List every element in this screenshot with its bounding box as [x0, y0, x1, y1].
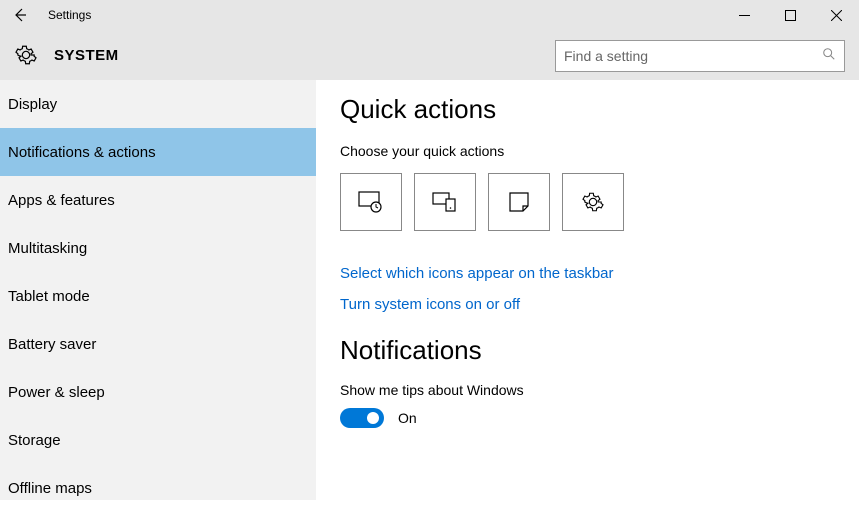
quick-action-settings[interactable]: [562, 173, 624, 231]
sidebar-item-apps[interactable]: Apps & features: [0, 176, 316, 224]
tips-toggle[interactable]: [340, 408, 384, 428]
taskbar-icons-link[interactable]: Select which icons appear on the taskbar: [340, 265, 835, 282]
main-content: Quick actions Choose your quick actions …: [316, 80, 859, 500]
maximize-icon: [785, 10, 796, 21]
sidebar: Display Notifications & actions Apps & f…: [0, 80, 316, 500]
quick-actions-row: [340, 173, 835, 231]
sidebar-item-storage[interactable]: Storage: [0, 416, 316, 464]
system-icons-link[interactable]: Turn system icons on or off: [340, 296, 835, 313]
sidebar-item-tablet[interactable]: Tablet mode: [0, 272, 316, 320]
header-title: SYSTEM: [54, 47, 119, 64]
quick-actions-subtitle: Choose your quick actions: [340, 143, 835, 159]
toggle-knob: [367, 412, 379, 424]
gear-icon: [12, 41, 40, 69]
connect-icon: [432, 191, 458, 213]
close-button[interactable]: [813, 0, 859, 30]
notifications-heading: Notifications: [340, 335, 835, 366]
minimize-button[interactable]: [721, 0, 767, 30]
close-icon: [831, 10, 842, 21]
header: SYSTEM: [0, 30, 859, 80]
arrow-left-icon: [12, 7, 28, 23]
titlebar: Settings: [0, 0, 859, 30]
tips-toggle-label: Show me tips about Windows: [340, 382, 835, 398]
sidebar-item-multitasking[interactable]: Multitasking: [0, 224, 316, 272]
sidebar-item-offline-maps[interactable]: Offline maps: [0, 464, 316, 512]
search-box[interactable]: [555, 40, 845, 72]
minimize-icon: [739, 10, 750, 21]
quick-action-note[interactable]: [488, 173, 550, 231]
sidebar-item-notifications[interactable]: Notifications & actions: [0, 128, 316, 176]
note-icon: [508, 191, 530, 213]
tips-toggle-state: On: [398, 410, 417, 426]
maximize-button[interactable]: [767, 0, 813, 30]
sidebar-item-power[interactable]: Power & sleep: [0, 368, 316, 416]
search-input[interactable]: [564, 48, 822, 64]
quick-actions-heading: Quick actions: [340, 94, 835, 125]
sidebar-item-battery[interactable]: Battery saver: [0, 320, 316, 368]
gear-icon: [582, 191, 604, 213]
window-title: Settings: [48, 8, 91, 22]
search-icon: [822, 47, 836, 66]
sidebar-item-display[interactable]: Display: [0, 80, 316, 128]
tablet-mode-icon: [358, 191, 384, 213]
quick-action-tablet-mode[interactable]: [340, 173, 402, 231]
quick-action-connect[interactable]: [414, 173, 476, 231]
back-button[interactable]: [0, 0, 40, 30]
